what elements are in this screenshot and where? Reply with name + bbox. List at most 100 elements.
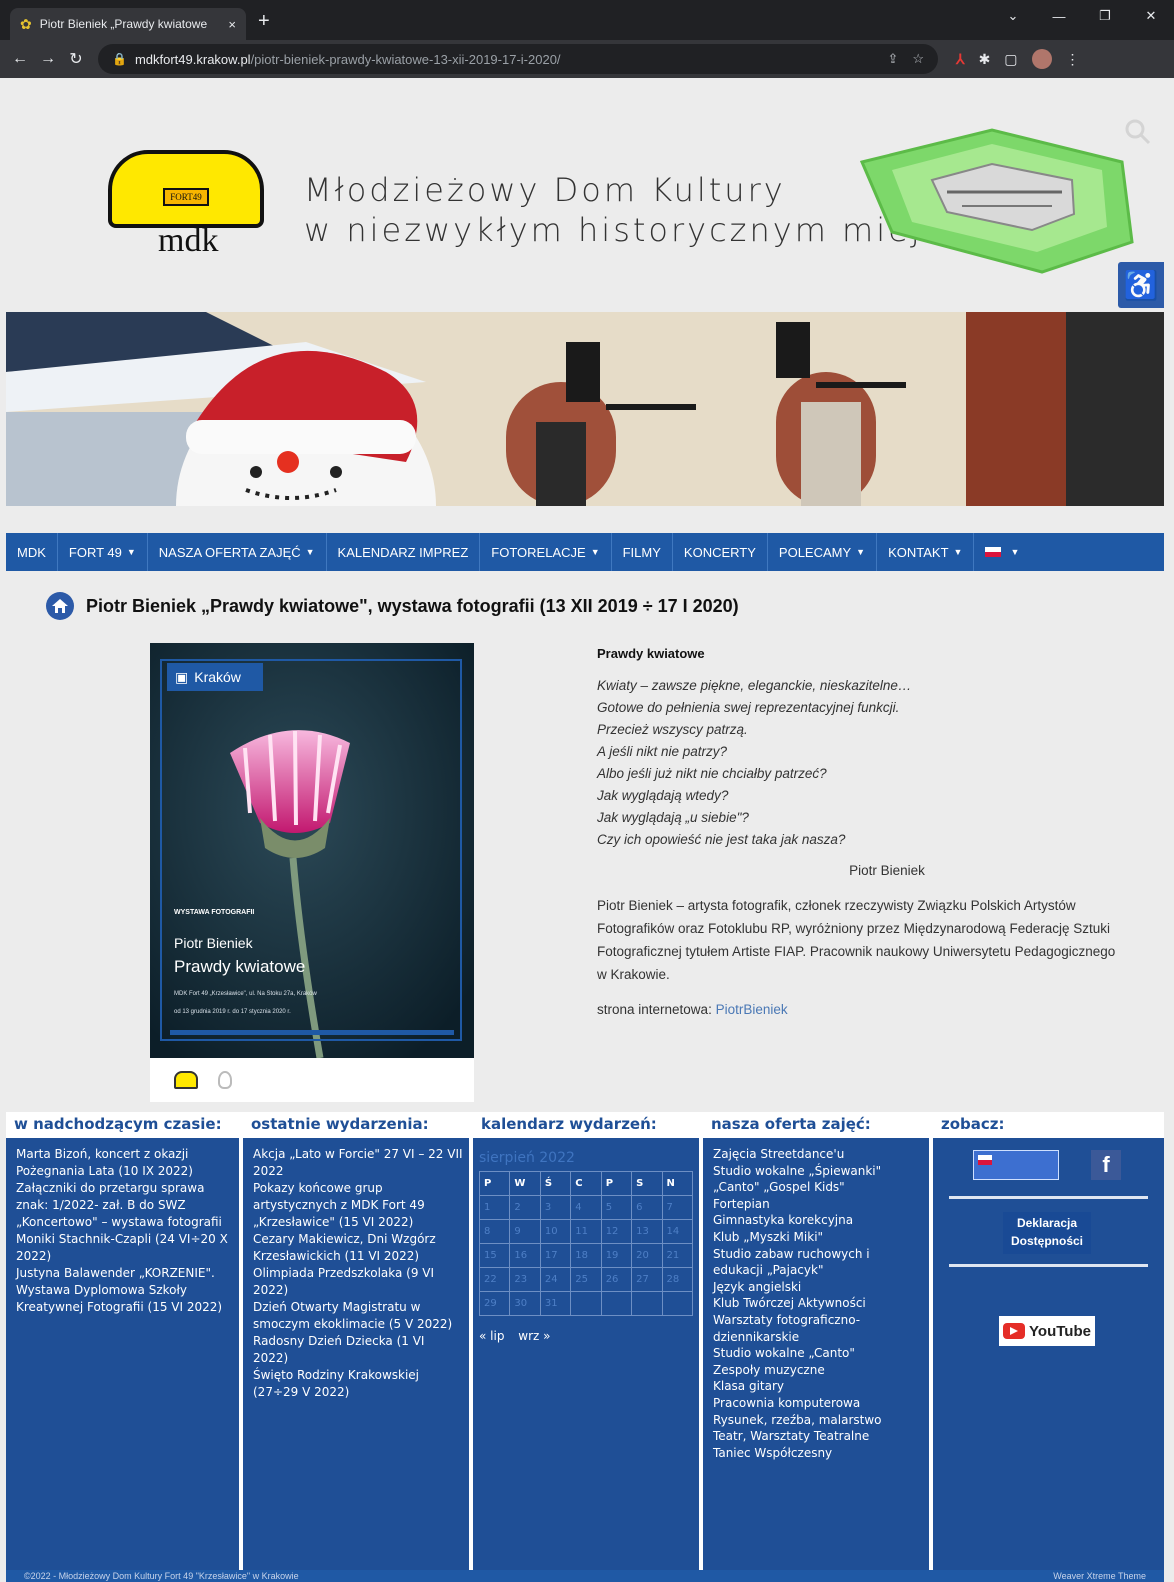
- widget-link[interactable]: Taniec Współczesny: [713, 1445, 923, 1462]
- widget-link[interactable]: Klub Twórczej Aktywności: [713, 1295, 923, 1312]
- caret-down-icon: ▼: [126, 547, 136, 557]
- calendar-next-link[interactable]: wrz »: [518, 1329, 550, 1343]
- widget-link[interactable]: Studio wokalne „Śpiewanki": [713, 1163, 923, 1180]
- youtube-link[interactable]: YouTube: [999, 1316, 1095, 1346]
- logo-fort-label: FORT49: [163, 188, 209, 206]
- menu-item-label: NASZA OFERTA ZAJĘĆ: [158, 544, 301, 560]
- menu-item-label: KALENDARZ IMPREZ: [337, 544, 469, 560]
- widget-link[interactable]: Dzień Otwarty Magistratu w smoczym ekokl…: [253, 1299, 463, 1333]
- exhibition-poster[interactable]: ▣ Kraków WYSTAWA FOTOGRAFII Piotr Bieniek…: [150, 643, 474, 1058]
- menu-item-filmy[interactable]: FILMY: [612, 533, 673, 571]
- minimize-button[interactable]: —: [1036, 0, 1082, 32]
- poster-logos: [150, 1058, 474, 1102]
- menu-item-fotorelacje[interactable]: FOTORELACJE ▼: [480, 533, 612, 571]
- widget-link[interactable]: Język angielski: [713, 1279, 923, 1296]
- widget-heading: zobacz:: [933, 1112, 1164, 1138]
- calendar-day-header: N: [661, 1171, 694, 1196]
- new-tab-button[interactable]: +: [258, 10, 270, 33]
- widget-link[interactable]: „Canto" „Gospel Kids": [713, 1179, 923, 1196]
- browser-tab[interactable]: ✿ Piotr Bieniek „Prawdy kwiatowe ×: [10, 8, 246, 40]
- bookmark-star-icon[interactable]: ☆: [912, 51, 924, 67]
- close-window-button[interactable]: ✕: [1128, 0, 1174, 32]
- widget-link[interactable]: Gimnastyka korekcyjna: [713, 1212, 923, 1229]
- widget-offer: nasza oferta zajęć: Zajęcia Streetdance'…: [703, 1112, 929, 1570]
- window-controls: ⌄ — ❐ ✕: [990, 0, 1174, 40]
- poster-venue: MDK Fort 49 „Krzesławice", ul. Na Stoku …: [174, 991, 317, 997]
- widget-link[interactable]: Klub „Myszki Miki": [713, 1229, 923, 1246]
- widget-link[interactable]: Święto Rodziny Krakowskiej (27÷29 V 2022…: [253, 1367, 463, 1401]
- widget-link[interactable]: Marta Bizoń, koncert z okazji Pożegnania…: [16, 1146, 233, 1180]
- language-selector[interactable]: ▼: [974, 533, 1030, 571]
- widget-link[interactable]: Fortepian: [713, 1196, 923, 1213]
- widget-link[interactable]: Cezary Makiewicz, Dni Wzgórz Krzesławick…: [253, 1231, 463, 1265]
- widget-link[interactable]: „Koncertowo" – wystawa fotografii Moniki…: [16, 1214, 233, 1265]
- calendar-prev-link[interactable]: « lip: [479, 1329, 504, 1343]
- pdf-extension-icon[interactable]: ⅄: [956, 51, 965, 68]
- website-line: strona internetowa: PiotrBieniek: [597, 1002, 1117, 1017]
- widget-link[interactable]: Klasa gitary: [713, 1378, 923, 1395]
- widget-link[interactable]: Teatr, Warsztaty Teatralne: [713, 1428, 923, 1445]
- forward-icon[interactable]: →: [34, 50, 62, 68]
- theme-credit-link[interactable]: Weaver Xtreme Theme: [1053, 1570, 1146, 1582]
- gov-badge-link[interactable]: [973, 1150, 1059, 1180]
- menu-item-kalendarz-imprez[interactable]: KALENDARZ IMPREZ: [327, 533, 481, 571]
- tab-close-icon[interactable]: ×: [228, 17, 236, 32]
- reload-icon[interactable]: ↻: [62, 49, 90, 69]
- widget-link[interactable]: Akcja „Lato w Forcie" 27 VI – 22 VII 202…: [253, 1146, 463, 1180]
- widget-link[interactable]: Studio zabaw ruchowych i edukacji „Pajac…: [713, 1246, 923, 1279]
- facebook-icon[interactable]: f: [1091, 1150, 1121, 1180]
- widget-link[interactable]: Zespoły muzyczne: [713, 1362, 923, 1379]
- widget-link[interactable]: Pracownia komputerowa: [713, 1395, 923, 1412]
- polish-flag-icon: [978, 1155, 992, 1165]
- lock-icon[interactable]: 🔒: [112, 52, 127, 66]
- widget-link[interactable]: Olimpiada Przedszkolaka (9 VI 2022): [253, 1265, 463, 1299]
- calendar-day: 24: [539, 1267, 572, 1292]
- menu-item-label: POLECAMY: [778, 544, 852, 560]
- widget-link[interactable]: Pokazy końcowe grup artystycznych z MDK …: [253, 1180, 463, 1231]
- widget-link[interactable]: Załączniki do przetargu sprawa znak: 1/2…: [16, 1180, 233, 1214]
- poster-author: Piotr Bieniek: [174, 935, 253, 951]
- polish-flag-icon: [985, 547, 1002, 557]
- website-link[interactable]: PiotrBieniek: [716, 1002, 788, 1017]
- article-subtitle: Prawdy kwiatowe: [597, 646, 705, 661]
- poster-title: Prawdy kwiatowe: [174, 957, 306, 976]
- calendar-day: 7: [661, 1195, 694, 1220]
- site-footer: ©2022 - Młodzieżowy Dom Kultury Fort 49 …: [6, 1570, 1164, 1582]
- calendar-day: 3: [539, 1195, 572, 1220]
- tab-search-icon[interactable]: ⌄: [990, 0, 1036, 32]
- profile-avatar[interactable]: [1031, 49, 1052, 69]
- widget-heading: w nadchodzącym czasie:: [6, 1112, 239, 1138]
- krakow-logo-icon: ▣: [175, 668, 189, 685]
- address-bar[interactable]: 🔒 mdkfort49.krakow.pl/piotr-bieniek-praw…: [98, 44, 938, 74]
- back-icon[interactable]: ←: [6, 50, 34, 68]
- browser-menu-icon[interactable]: ⋮: [1066, 51, 1080, 68]
- restore-button[interactable]: ❐: [1082, 0, 1128, 32]
- logo-mdk-letters: mdk: [158, 222, 219, 259]
- side-panel-icon[interactable]: ▢: [1004, 51, 1017, 68]
- home-icon[interactable]: [46, 592, 74, 620]
- menu-item-kontakt[interactable]: KONTAKT ▼: [877, 533, 975, 571]
- calendar-day: 18: [570, 1243, 602, 1268]
- share-icon[interactable]: ⇪: [887, 51, 898, 67]
- calendar-day: 23: [509, 1267, 541, 1292]
- widget-heading: nasza oferta zajęć:: [703, 1112, 929, 1138]
- accessibility-declaration-button[interactable]: Deklaracja Dostępności: [1003, 1212, 1091, 1254]
- widget-link[interactable]: Warsztaty fotograficzno-dziennikarskie: [713, 1312, 923, 1345]
- search-icon[interactable]: [1124, 118, 1152, 146]
- mdk-logo[interactable]: FORT49 mdk: [108, 150, 264, 270]
- menu-item-label: FILMY: [622, 544, 661, 560]
- widget-link[interactable]: Studio wokalne „Canto": [713, 1345, 923, 1362]
- menu-item-mdk[interactable]: MDK: [6, 533, 58, 571]
- widget-link[interactable]: Rysunek, rzeźba, malarstwo: [713, 1412, 923, 1429]
- extensions-puzzle-icon[interactable]: ✱: [979, 51, 991, 68]
- menu-item-fort-49[interactable]: FORT 49 ▼: [58, 533, 148, 571]
- menu-item-polecamy[interactable]: POLECAMY ▼: [768, 533, 878, 571]
- calendar-day: 10: [539, 1219, 572, 1244]
- widget-link[interactable]: Radosny Dzień Dziecka (1 VI 2022): [253, 1333, 463, 1367]
- widget-link[interactable]: Justyna Balawender „KORZENIE". Wystawa D…: [16, 1265, 233, 1316]
- menu-item-nasza-oferta-zaj-[interactable]: NASZA OFERTA ZAJĘĆ ▼: [148, 533, 327, 571]
- poem-line: Gotowe do pełnienia swej reprezentacyjne…: [597, 700, 900, 715]
- widget-link[interactable]: Zajęcia Streetdance'u: [713, 1146, 923, 1163]
- accessibility-icon[interactable]: ♿: [1118, 262, 1164, 308]
- menu-item-koncerty[interactable]: KONCERTY: [673, 533, 768, 571]
